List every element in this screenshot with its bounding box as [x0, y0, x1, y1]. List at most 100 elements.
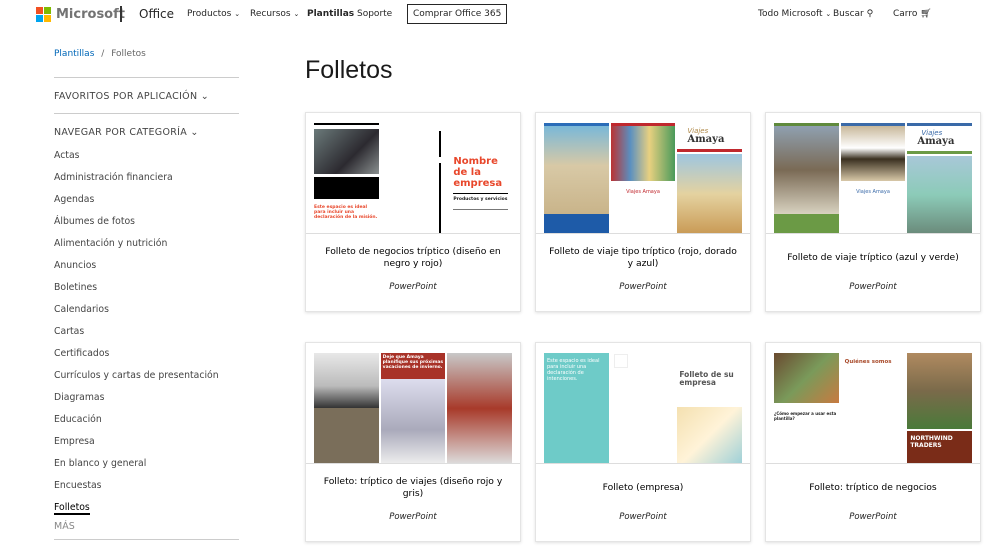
sidebar-item[interactable]: Álbumes de fotos	[54, 215, 239, 237]
sidebar-item-label: Boletines	[54, 282, 98, 293]
template-card[interactable]: Este espacio es ideal para incluir una d…	[305, 112, 521, 312]
chevron-down-icon: ⌄	[293, 10, 300, 18]
nav-soporte[interactable]: Soporte	[357, 9, 392, 19]
sidebar-item[interactable]: Encuestas	[54, 479, 239, 501]
sidebar-item[interactable]: Folletos	[54, 501, 239, 523]
thumb-title: NORTHWIND TRADERS	[907, 431, 973, 463]
template-thumbnail: ¿Cómo empezar a usar esta plantilla? Qui…	[766, 343, 980, 464]
thumb-text: Productos y servicios	[453, 197, 508, 202]
panel: Nombre de la empresa Productos y servici…	[447, 121, 512, 233]
thumb-title: Quiénes somos	[844, 359, 892, 365]
top-nav: Microsoft Office Productos ⌄ Recursos ⌄ …	[0, 0, 1000, 30]
sidebar-item[interactable]: Empresa	[54, 435, 239, 457]
sidebar-item-label: Empresa	[54, 436, 95, 447]
sidebar-item-label: Calendarios	[54, 304, 109, 315]
search-icon: ⚲	[866, 9, 874, 19]
sidebar-item[interactable]: Anuncios	[54, 259, 239, 281]
sidebar-item-label: Actas	[54, 150, 80, 161]
sidebar-item-label: Agendas	[54, 194, 95, 205]
breadcrumb-current: Folletos	[111, 49, 146, 59]
panel	[544, 121, 609, 233]
template-card[interactable]: Viajes Amaya Viajes Amaya Folleto de viaj…	[765, 112, 981, 312]
sidebar-item[interactable]: Diagramas	[54, 391, 239, 413]
template-title[interactable]: Folleto (empresa)	[536, 464, 750, 512]
divider	[54, 539, 239, 540]
sidebar-item-label: En blanco y general	[54, 458, 147, 469]
cart-icon: 🛒︎	[920, 9, 932, 19]
sidebar-item-label: Álbumes de fotos	[54, 216, 136, 227]
sidebar-item[interactable]: Cartas	[54, 325, 239, 347]
panel: ¿Cómo empezar a usar esta plantilla?	[774, 351, 839, 463]
thumb-text: Este espacio es ideal para incluir una d…	[544, 353, 609, 463]
chevron-down-icon: ⌄	[200, 91, 209, 102]
template-card[interactable]: ¿Cómo empezar a usar esta plantilla? Qui…	[765, 342, 981, 542]
sidebar-item[interactable]: Calendarios	[54, 303, 239, 325]
thumb-text: Viajes Amaya	[856, 189, 890, 195]
template-card[interactable]: Este espacio es ideal para incluir una d…	[535, 342, 751, 542]
buy-office-button[interactable]: Comprar Office 365	[407, 4, 508, 24]
breadcrumb-plantillas[interactable]: Plantillas	[54, 49, 94, 59]
cart-button[interactable]: Carro 🛒︎	[893, 9, 932, 19]
page-title: Folletos	[305, 56, 393, 84]
template-app: PowerPoint	[619, 282, 667, 292]
sidebar-item[interactable]: Currículos y cartas de presentación	[54, 369, 239, 391]
sidebar-item-label: Certificados	[54, 348, 110, 359]
sidebar-item[interactable]: Boletines	[54, 281, 239, 303]
all-microsoft-menu[interactable]: Todo Microsoft ⌄	[758, 9, 831, 19]
sidebar-item-label: Folletos	[54, 502, 90, 515]
template-title[interactable]: Folleto de negocios tríptico (diseño en …	[306, 234, 520, 282]
panel: Viajes Amaya	[840, 121, 906, 233]
divider	[120, 6, 122, 22]
panel: Este espacio es ideal para incluir una d…	[544, 351, 609, 463]
panel	[447, 351, 513, 463]
sidebar-item[interactable]: Actas	[54, 149, 239, 171]
sidebar-item[interactable]: Administración financiera	[54, 171, 239, 193]
thumb-title: Nombre de la empresa	[453, 156, 503, 189]
sidebar-item-label: Administración financiera	[54, 172, 173, 183]
sidebar-item[interactable]: Agendas	[54, 193, 239, 215]
sidebar-item[interactable]: Certificados	[54, 347, 239, 369]
sidebar-item-label: Anuncios	[54, 260, 97, 271]
thumb-title: Amaya	[917, 136, 955, 147]
sidebar-item-label: Cartas	[54, 326, 85, 337]
panel: Este espacio es ideal para incluir una d…	[314, 121, 379, 233]
sidebar-item[interactable]: Alimentación y nutrición	[54, 237, 239, 259]
sidebar: FAVORITOS POR APLICACIÓN ⌄ NAVEGAR POR C…	[54, 77, 239, 540]
template-thumbnail: Deje que Amaya planifique sus próximas v…	[306, 343, 520, 464]
template-title[interactable]: Folleto de viaje tipo tríptico (rojo, do…	[536, 234, 750, 282]
office-link[interactable]: Office	[139, 7, 174, 21]
template-title[interactable]: Folleto: tríptico de viajes (diseño rojo…	[306, 464, 520, 512]
chevron-down-icon: ⌄	[234, 10, 241, 18]
template-title[interactable]: Folleto: tríptico de negocios	[766, 464, 980, 512]
favorites-toggle[interactable]: FAVORITOS POR APLICACIÓN ⌄	[54, 78, 239, 113]
nav-recursos[interactable]: Recursos ⌄	[250, 9, 299, 19]
sidebar-item-label: Educación	[54, 414, 102, 425]
search-button[interactable]: Buscar ⚲	[833, 9, 873, 19]
template-card[interactable]: Viajes Amaya Viajes Amaya Folleto de viaj…	[535, 112, 751, 312]
panel: NORTHWIND TRADERS	[907, 351, 973, 463]
nav-productos[interactable]: Productos ⌄	[187, 9, 240, 19]
thumb-title: Folleto de su empresa	[679, 370, 734, 387]
chevron-down-icon: ⌄	[825, 10, 832, 18]
browse-category-toggle[interactable]: NAVEGAR POR CATEGORÍA ⌄	[54, 114, 239, 149]
breadcrumb: Plantillas / Folletos	[54, 49, 146, 59]
panel: Deje que Amaya planifique sus próximas v…	[380, 351, 446, 463]
template-title[interactable]: Folleto de viaje tríptico (azul y verde)	[766, 234, 980, 282]
sidebar-item-label: Currículos y cartas de presentación	[54, 370, 219, 381]
nav-plantillas[interactable]: Plantillas	[307, 9, 354, 19]
microsoft-logo[interactable]: Microsoft	[36, 7, 125, 22]
brand-name: Microsoft	[56, 7, 125, 22]
template-thumbnail: Viajes Amaya Viajes Amaya	[536, 113, 750, 234]
more-button[interactable]: MÁS	[54, 521, 239, 539]
sidebar-item[interactable]: En blanco y general	[54, 457, 239, 479]
thumb-text: Este espacio es ideal para incluir una d…	[314, 205, 378, 220]
breadcrumb-separator: /	[101, 49, 105, 59]
sidebar-item-label: Encuestas	[54, 480, 102, 491]
template-card[interactable]: Deje que Amaya planifique sus próximas v…	[305, 342, 521, 542]
panel	[774, 121, 839, 233]
panel	[381, 121, 446, 233]
template-app: PowerPoint	[619, 512, 667, 522]
template-thumbnail: Este espacio es ideal para incluir una d…	[536, 343, 750, 464]
template-app: PowerPoint	[849, 512, 897, 522]
sidebar-item[interactable]: Educación	[54, 413, 239, 435]
